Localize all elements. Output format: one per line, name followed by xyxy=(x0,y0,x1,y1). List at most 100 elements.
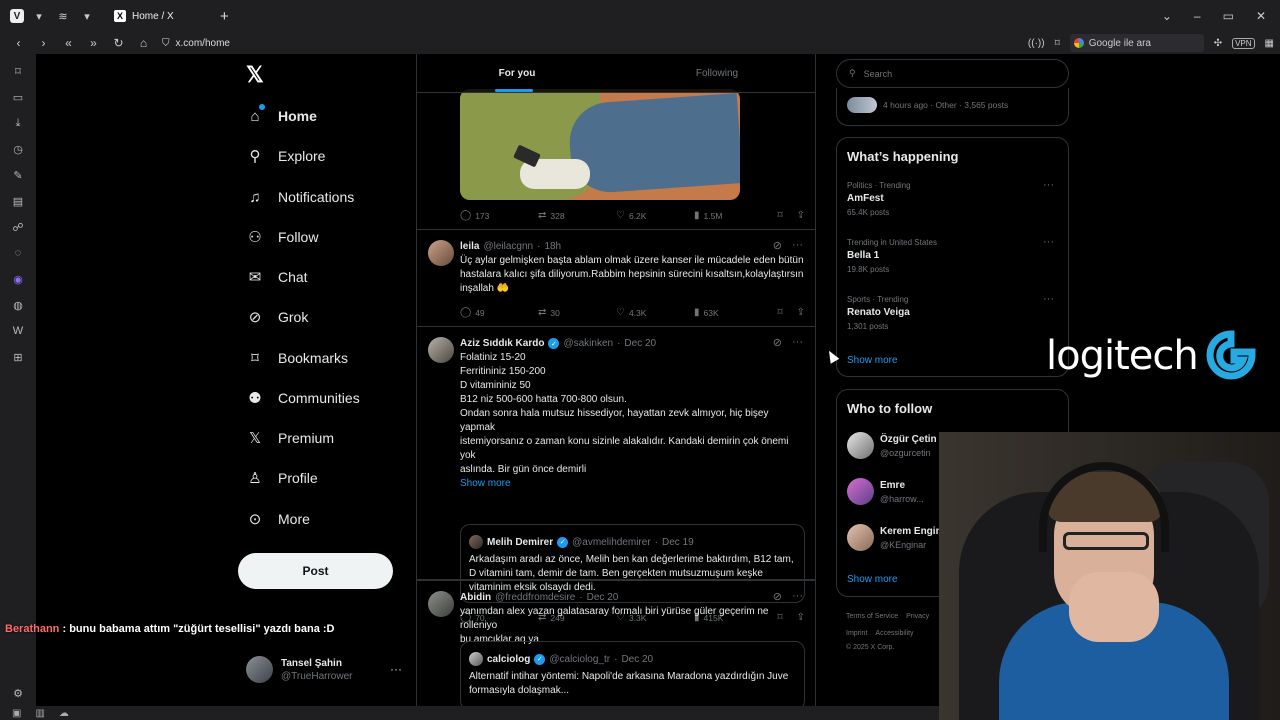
follow-suggestion[interactable]: Kerem Engin @KEnginar xyxy=(847,524,942,551)
more-icon[interactable]: ··· xyxy=(792,239,803,252)
settings-icon[interactable]: ⚙ xyxy=(0,680,36,706)
more-options-icon[interactable]: ··· xyxy=(390,662,402,676)
new-tab-button[interactable]: + xyxy=(220,8,229,25)
bookmark-icon[interactable]: ⌑ xyxy=(777,210,782,221)
maximize-button[interactable]: ▭ xyxy=(1223,9,1234,23)
trend-detail-card[interactable]: 4 hours ago · Other · 3,565 posts xyxy=(836,88,1069,126)
calendar-icon[interactable]: ▦ xyxy=(1265,38,1274,49)
follow-suggestion[interactable]: Emre @harrow... xyxy=(847,478,924,505)
reload-icon[interactable]: ↻ xyxy=(106,36,131,50)
tab-list-icon[interactable]: ⌄ xyxy=(1162,9,1172,23)
tweet-author-handle[interactable]: @sakinken xyxy=(563,338,613,349)
vivaldi-menu-icon[interactable]: V xyxy=(10,9,24,23)
wikipedia-icon[interactable]: W xyxy=(0,318,36,344)
nav-communities[interactable]: ⚉ Communities xyxy=(246,389,359,407)
panel-toggle-icon[interactable]: ▣ xyxy=(12,708,21,719)
fast-forward-icon[interactable]: » xyxy=(81,36,106,50)
tweet-media-image[interactable] xyxy=(460,89,740,200)
account-switcher[interactable]: Tansel Şahin @TrueHarrower xyxy=(246,656,352,683)
cloud-sync-icon[interactable]: ☁ xyxy=(59,708,69,719)
mastodon-icon[interactable]: ◉ xyxy=(0,266,36,292)
tweet-author-name[interactable]: Abidin xyxy=(460,592,491,603)
trend-item[interactable]: Trending in United States Bella 1 19.8K … xyxy=(847,236,1060,274)
footer-link[interactable]: Accessibility xyxy=(875,630,913,637)
like-button[interactable]: ♡ 4.3K xyxy=(616,307,694,318)
footer-link[interactable]: Imprint xyxy=(846,630,867,637)
minimize-button[interactable]: – xyxy=(1194,9,1201,23)
share-icon[interactable]: ⇪ xyxy=(797,307,805,318)
browser-search-field[interactable]: Google ile ara xyxy=(1069,34,1204,52)
follow-suggestion[interactable]: Özgür Çetin @ozgurcetin xyxy=(847,432,937,459)
browser-tab-active[interactable]: X Home / X xyxy=(106,3,216,29)
close-button[interactable]: ✕ xyxy=(1256,9,1266,23)
nav-premium[interactable]: 𝕏 Premium xyxy=(246,429,334,447)
downloads-icon[interactable]: ⤓ xyxy=(0,110,36,136)
views-button[interactable]: ▮ 63K xyxy=(694,307,719,318)
nav-profile[interactable]: ♙ Profile xyxy=(246,469,317,487)
tweet[interactable]: Abidin @freddfromdesire · Dec 20 ⊘ ··· ya… xyxy=(417,580,815,706)
tweet[interactable]: Aziz Sıddık Kardo ✓ @sakinken · Dec 20 ⊘… xyxy=(417,327,815,623)
tweet-author-handle[interactable]: @leilacgnn xyxy=(483,241,533,252)
url-field[interactable]: ⛉ x.com/home xyxy=(162,38,230,49)
like-button[interactable]: ♡ 6.2K xyxy=(616,210,694,221)
x-logo-icon[interactable]: 𝕏 xyxy=(246,62,264,88)
grok-icon[interactable]: ⊘ xyxy=(773,239,782,252)
tweet-time[interactable]: Dec 20 xyxy=(587,592,619,603)
home-icon[interactable]: ⌂ xyxy=(131,36,156,50)
reading-list-icon[interactable]: ▭ xyxy=(0,84,36,110)
grok-icon[interactable]: ⊘ xyxy=(773,590,782,603)
quote-tweet[interactable]: calciolog ✓ @calciolog_tr · Dec 20 Alter… xyxy=(460,641,805,706)
chat-icon[interactable]: ◌ xyxy=(0,240,36,266)
avatar[interactable] xyxy=(428,337,454,363)
search-input[interactable]: ⚲ Search xyxy=(836,59,1069,88)
tab-stack-icon[interactable]: ≋ xyxy=(54,7,72,25)
repost-button[interactable]: ⇄ 328 xyxy=(538,210,616,221)
tweet[interactable]: leila @leilacgnn · 18h ⊘ ··· Üç aylar gel… xyxy=(417,230,815,327)
trend-item[interactable]: Politics · Trending AmFest 65.4K posts ·… xyxy=(847,179,1060,217)
vpn-badge[interactable]: VPN xyxy=(1232,37,1255,49)
window-panel-icon[interactable]: ▤ xyxy=(0,188,36,214)
history-icon[interactable]: ◷ xyxy=(0,136,36,162)
tab-for-you[interactable]: For you xyxy=(417,54,617,92)
post-button[interactable]: Post xyxy=(238,553,393,589)
grok-icon[interactable]: ⊘ xyxy=(773,336,782,349)
more-icon[interactable]: ··· xyxy=(792,336,803,349)
translate-icon[interactable]: ☍ xyxy=(0,214,36,240)
reply-button[interactable]: ◯ 49 xyxy=(460,307,538,318)
tweet-author-handle[interactable]: @freddfromdesire xyxy=(495,592,575,603)
tweet-time[interactable]: 18h xyxy=(544,241,561,252)
more-icon[interactable]: ··· xyxy=(1043,293,1054,305)
nav-follow[interactable]: ⚇ Follow xyxy=(246,228,318,246)
add-panel-icon[interactable]: ⊞ xyxy=(0,344,36,370)
broadcast-icon[interactable]: ((·)) xyxy=(1028,38,1045,49)
nav-chat[interactable]: ✉ Chat xyxy=(246,268,308,286)
footer-link[interactable]: Terms of Service xyxy=(846,613,898,620)
show-more-link[interactable]: Show more xyxy=(847,574,898,585)
tiling-icon[interactable]: ▥ xyxy=(35,708,44,719)
avatar[interactable] xyxy=(428,240,454,266)
web-panel-icon[interactable]: ◍ xyxy=(0,292,36,318)
nav-more[interactable]: ⊙ More xyxy=(246,510,310,528)
nav-grok[interactable]: ⊘ Grok xyxy=(246,308,309,326)
forward-icon[interactable]: › xyxy=(31,36,56,50)
tweet-time[interactable]: Dec 20 xyxy=(624,338,656,349)
dropdown-icon[interactable]: ▾ xyxy=(78,7,96,25)
show-more-link[interactable]: Show more xyxy=(460,477,805,491)
views-button[interactable]: ▮ 1.5M xyxy=(694,210,722,221)
more-icon[interactable]: ··· xyxy=(1043,179,1054,191)
extensions-icon[interactable]: ✣ xyxy=(1214,38,1222,49)
back-icon[interactable]: ‹ xyxy=(6,36,31,50)
tweet-author-name[interactable]: leila xyxy=(460,241,479,252)
nav-notifications[interactable]: ♫ Notifications xyxy=(246,188,354,206)
avatar[interactable] xyxy=(428,591,454,617)
repost-button[interactable]: ⇄ 30 xyxy=(538,307,616,318)
bookmark-icon[interactable]: ⌑ xyxy=(1055,38,1060,49)
share-icon[interactable]: ⇪ xyxy=(797,210,805,221)
tweet-author-name[interactable]: Aziz Sıddık Kardo xyxy=(460,338,544,349)
trend-item[interactable]: Sports · Trending Renato Veiga 1,301 pos… xyxy=(847,293,1060,331)
rewind-icon[interactable]: « xyxy=(56,36,81,50)
notes-icon[interactable]: ✎ xyxy=(0,162,36,188)
nav-explore[interactable]: ⚲ Explore xyxy=(246,147,326,165)
footer-link[interactable]: Privacy xyxy=(906,613,929,620)
show-more-link[interactable]: Show more xyxy=(847,355,898,366)
